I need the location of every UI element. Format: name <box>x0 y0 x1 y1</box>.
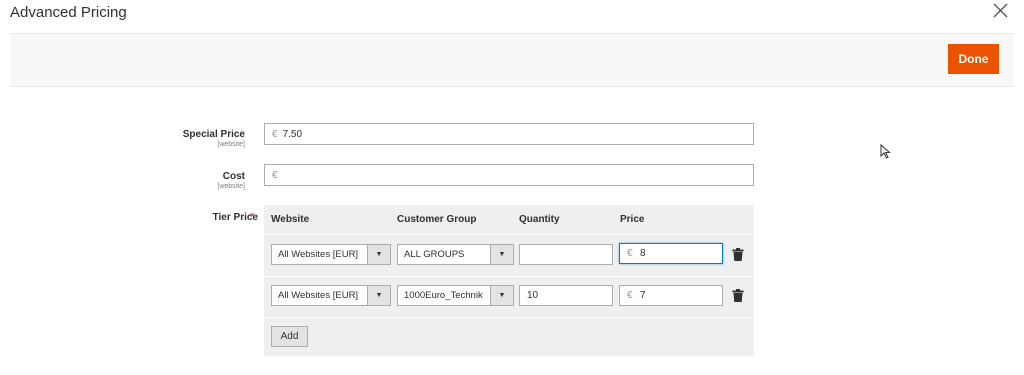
row-divider <box>264 234 754 235</box>
close-icon <box>993 3 1008 18</box>
cost-input[interactable]: € <box>264 164 754 186</box>
currency-symbol: € <box>272 169 278 181</box>
column-header-customer-group: Customer Group <box>397 214 477 225</box>
cost-label-text: Cost <box>222 171 245 182</box>
currency-symbol: € <box>272 128 278 140</box>
currency-symbol: € <box>627 248 633 259</box>
special-price-scope: [website] <box>217 141 245 148</box>
customer-group-select-value: 1000Euro_Technik <box>404 290 483 301</box>
required-marker: * <box>250 211 255 223</box>
price-value: 8 <box>640 248 646 259</box>
cost-label: Cost [website] <box>217 171 245 190</box>
cost-scope: [website] <box>217 183 245 190</box>
done-button[interactable]: Done <box>948 44 999 74</box>
chevron-down-icon: ▼ <box>367 245 390 264</box>
website-select[interactable]: All Websites [EUR] ▼ <box>271 244 391 265</box>
modal-title: Advanced Pricing <box>10 4 127 21</box>
column-header-price: Price <box>620 214 645 225</box>
website-select[interactable]: All Websites [EUR] ▼ <box>271 285 391 306</box>
website-select-value: All Websites [EUR] <box>278 249 359 260</box>
trash-icon[interactable] <box>732 289 744 302</box>
price-input[interactable]: € 7 <box>619 285 723 306</box>
special-price-input[interactable]: € 7.50 <box>264 123 754 145</box>
chevron-down-icon: ▼ <box>490 286 513 305</box>
special-price-label-text: Special Price <box>182 129 245 140</box>
special-price-label: Special Price [website] <box>183 129 245 148</box>
modal-actions-bar: Done <box>10 33 1014 87</box>
column-header-quantity: Quantity <box>519 214 560 225</box>
column-header-website: Website <box>271 214 310 225</box>
mouse-pointer-icon <box>880 144 891 159</box>
customer-group-select-value: ALL GROUPS <box>404 249 465 260</box>
quantity-input[interactable]: 10 <box>519 285 613 306</box>
add-tier-price-button[interactable]: Add <box>271 326 308 347</box>
price-input[interactable]: € 8 <box>619 243 723 264</box>
customer-group-select[interactable]: ALL GROUPS ▼ <box>397 244 514 265</box>
row-divider <box>264 276 754 277</box>
quantity-input[interactable] <box>519 244 613 265</box>
chevron-down-icon: ▼ <box>367 286 390 305</box>
currency-symbol: € <box>627 290 633 301</box>
tier-price-table: Website Customer Group Quantity Price Al… <box>264 205 754 356</box>
trash-icon[interactable] <box>732 248 744 261</box>
customer-group-select[interactable]: 1000Euro_Technik ▼ <box>397 285 514 306</box>
row-divider <box>264 317 754 318</box>
price-value: 7 <box>640 290 646 301</box>
special-price-value: 7.50 <box>282 128 303 140</box>
close-button[interactable] <box>990 0 1012 22</box>
quantity-value: 10 <box>527 290 539 301</box>
website-select-value: All Websites [EUR] <box>278 290 359 301</box>
chevron-down-icon: ▼ <box>490 245 513 264</box>
